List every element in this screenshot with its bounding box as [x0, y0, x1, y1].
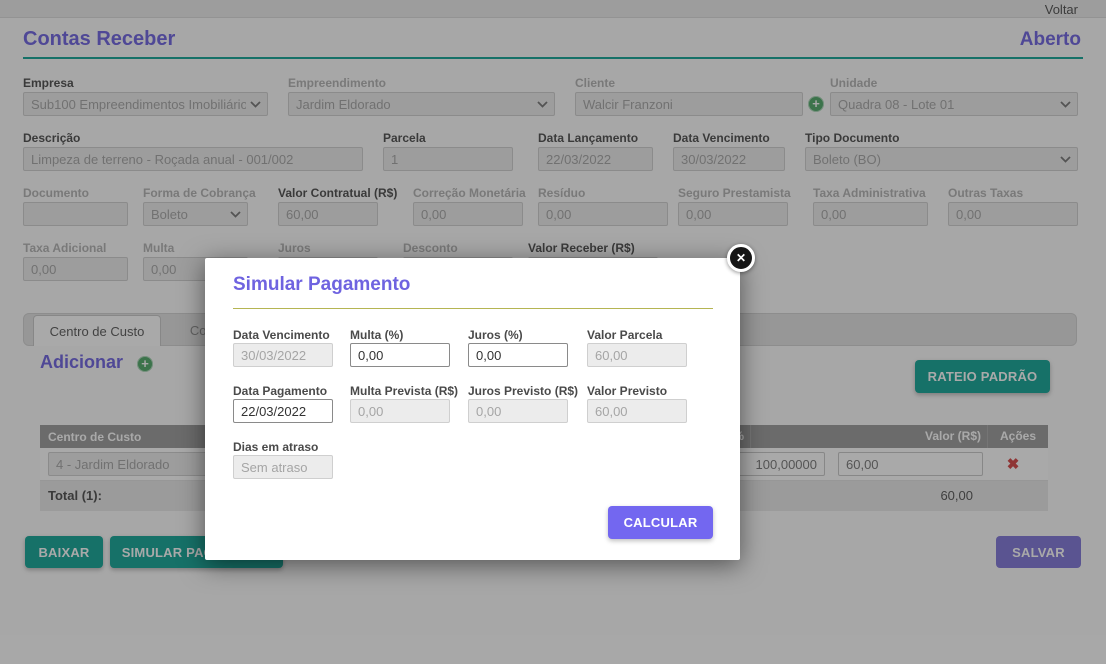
close-icon[interactable]: ✕: [727, 244, 755, 272]
modal-multa-pct-input[interactable]: [350, 343, 450, 367]
modal-juros-previsto-input[interactable]: [468, 399, 568, 423]
modal-dias-atraso-label: Dias em atraso: [233, 440, 318, 454]
modal-juros-pct-label: Juros (%): [468, 328, 523, 342]
calcular-button[interactable]: CALCULAR: [608, 506, 713, 539]
modal-multa-pct-label: Multa (%): [350, 328, 403, 342]
modal-data-vencimento-label: Data Vencimento: [233, 328, 330, 342]
contas-receber-page: Voltar Contas Receber Aberto Empresa Sub…: [0, 0, 1106, 664]
modal-juros-pct-input[interactable]: [468, 343, 568, 367]
modal-juros-previsto-label: Juros Previsto (R$): [468, 384, 578, 398]
modal-title: Simular Pagamento: [233, 274, 410, 296]
modal-dias-atraso-input[interactable]: [233, 455, 333, 479]
modal-data-vencimento-input[interactable]: [233, 343, 333, 367]
modal-data-pagamento-input[interactable]: [233, 399, 333, 423]
modal-multa-prevista-input[interactable]: [350, 399, 450, 423]
modal-divider: [233, 308, 713, 309]
modal-valor-parcela-input[interactable]: [587, 343, 687, 367]
modal-valor-previsto-input[interactable]: [587, 399, 687, 423]
modal-multa-prevista-label: Multa Prevista (R$): [350, 384, 458, 398]
modal-valor-previsto-label: Valor Previsto: [587, 384, 667, 398]
simular-pagamento-modal: ✕ Simular Pagamento Data Vencimento Mult…: [205, 258, 740, 560]
modal-data-pagamento-label: Data Pagamento: [233, 384, 327, 398]
modal-valor-parcela-label: Valor Parcela: [587, 328, 662, 342]
